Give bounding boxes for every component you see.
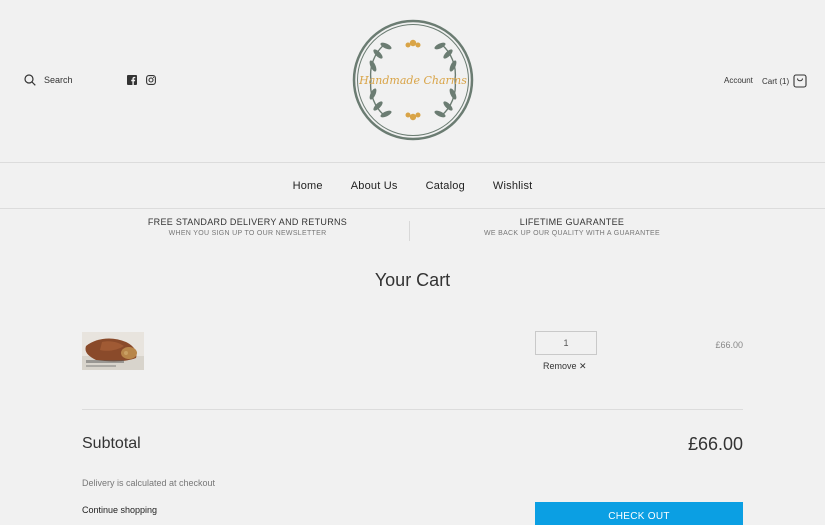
promo-subtitle: WE BACK UP OUR QUALITY WITH A GUARANTEE <box>484 230 660 237</box>
facebook-icon[interactable] <box>127 75 137 85</box>
checkout-button[interactable]: CHECK OUT <box>535 502 743 525</box>
logo-text: Handmade Charms <box>358 74 467 87</box>
site-header: Search Handmade Charms Account Cart (1) <box>0 0 825 163</box>
continue-shopping-link[interactable]: Continue shopping <box>82 505 157 515</box>
promo-subtitle: WHEN YOU SIGN UP TO OUR NEWSLETTER <box>168 230 327 237</box>
nav-catalog[interactable]: Catalog <box>412 180 479 192</box>
page-title: Your Cart <box>374 270 451 290</box>
promo-delivery: FREE STANDARD DELIVERY AND RETURNS WHEN … <box>120 217 375 237</box>
instagram-icon[interactable] <box>146 75 156 85</box>
nav-about-us[interactable]: About Us <box>337 180 412 192</box>
promo-divider <box>409 221 410 241</box>
search-label: Search <box>44 75 73 85</box>
search-button[interactable]: Search <box>24 74 73 86</box>
social-links <box>127 75 156 85</box>
cart-link[interactable]: Cart (1) <box>762 74 807 88</box>
nav-wishlist[interactable]: Wishlist <box>479 180 547 192</box>
subtotal-label: Subtotal <box>82 435 141 452</box>
shopping-bag-icon <box>793 74 807 88</box>
promo-title: LIFETIME GUARANTEE <box>519 217 625 227</box>
product-thumbnail[interactable] <box>82 332 144 370</box>
subtotal-value: £66.00 <box>687 434 743 454</box>
search-icon <box>24 74 36 86</box>
promo-guarantee: LIFETIME GUARANTEE WE BACK UP OUR QUALIT… <box>444 217 700 237</box>
main-nav: Home About Us Catalog Wishlist <box>0 163 825 209</box>
item-price: £66.00 <box>715 340 743 350</box>
handmade-charms-logo[interactable]: Handmade Charms <box>351 18 475 142</box>
account-link[interactable]: Account <box>724 76 753 85</box>
cart-label: Cart (1) <box>762 76 790 86</box>
promo-title: FREE STANDARD DELIVERY AND RETURNS <box>147 217 348 227</box>
delivery-note: Delivery is calculated at checkout <box>82 478 216 488</box>
remove-item-link[interactable]: Remove ✕ <box>543 361 587 372</box>
quantity-input[interactable]: 1 <box>535 331 597 355</box>
nav-home[interactable]: Home <box>279 180 337 192</box>
promo-bar: FREE STANDARD DELIVERY AND RETURNS WHEN … <box>0 209 825 253</box>
divider <box>82 409 743 410</box>
